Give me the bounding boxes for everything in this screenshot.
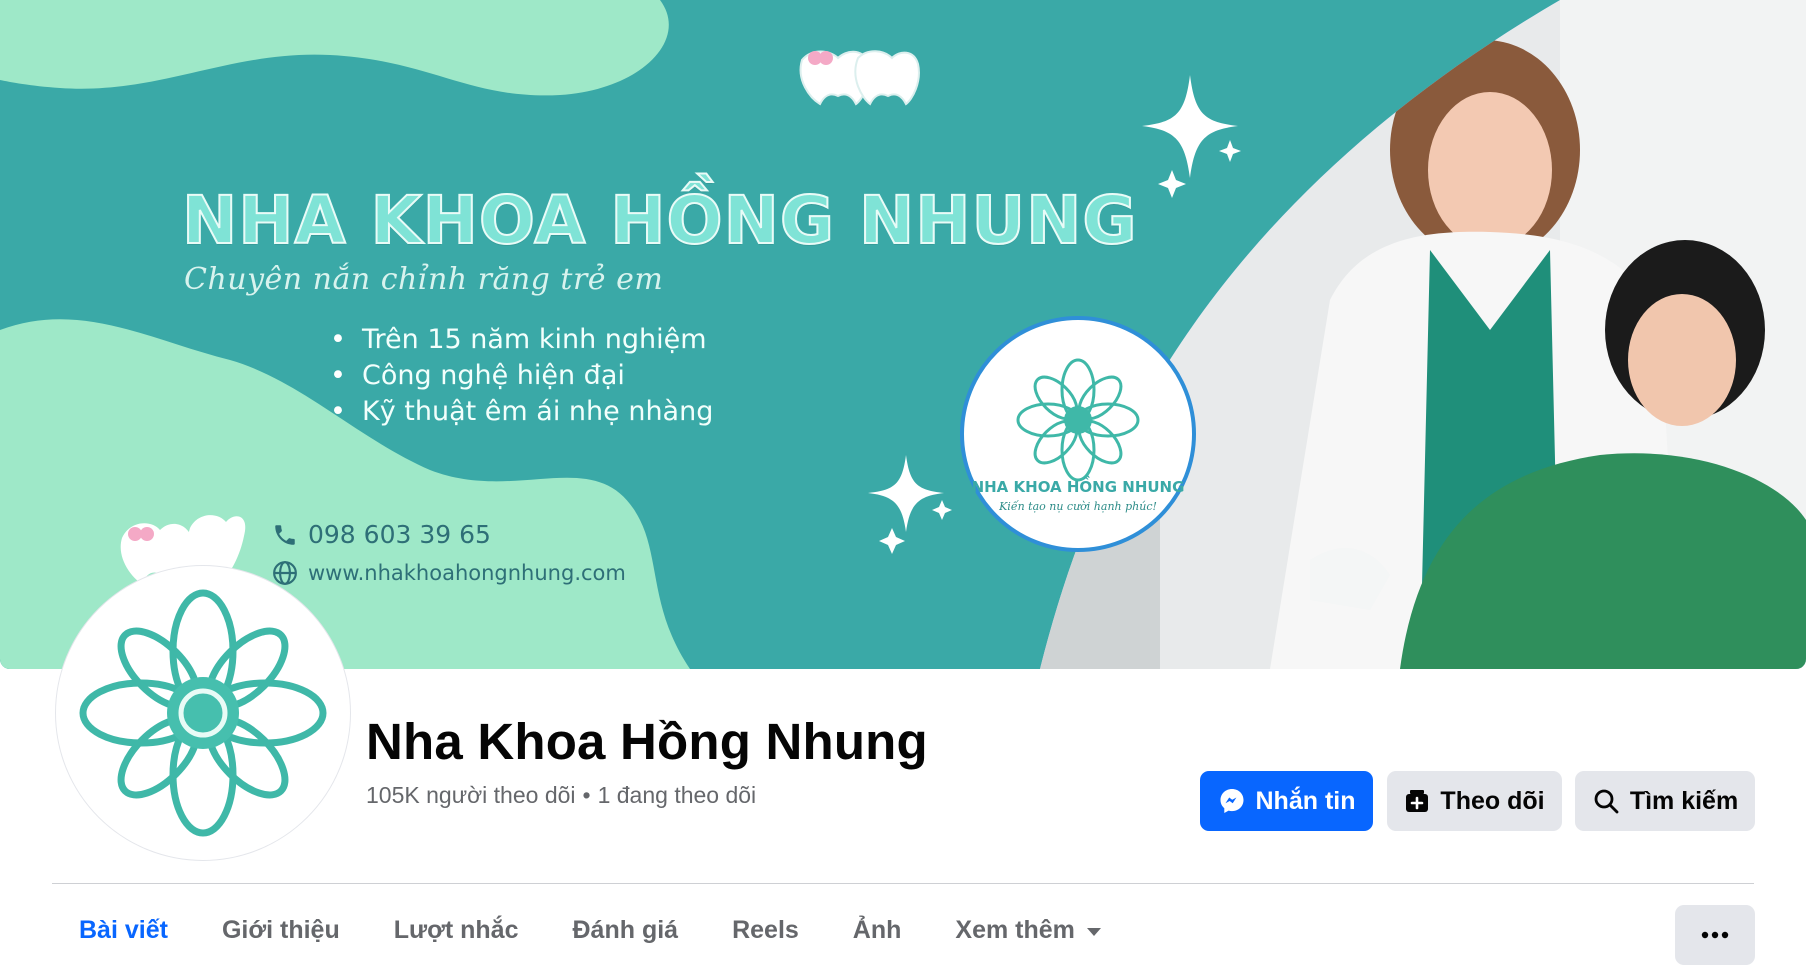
search-button-label: Tìm kiếm [1629,786,1739,815]
tab-label: Bài viết [79,916,168,944]
tab-label: Xem thêm [955,916,1075,944]
search-icon [1594,789,1619,814]
follow-icon [1406,790,1429,812]
search-button[interactable]: Tìm kiếm [1575,771,1755,831]
cover-feature-item: Kỹ thuật êm ái nhẹ nhàng [330,394,713,430]
flower-logo-avatar-icon [79,589,327,837]
cover-logo-name: NHA KHOA HỒNG NHUNG [971,478,1185,496]
profile-tabs: Bài viết Giới thiệu Lượt nhắc Đánh giá R… [52,888,1128,973]
cover-phone: 098 603 39 65 [272,520,491,549]
teeth-mascot-top [799,50,920,106]
flower-logo-icon [1016,358,1140,482]
message-button-label: Nhắn tin [1255,786,1356,815]
cover-feature-item: Công nghệ hiện đại [330,358,713,394]
page-title: Nha Khoa Hồng Nhung [366,713,928,770]
tab-about[interactable]: Giới thiệu [195,888,367,973]
cover-features-list: Trên 15 năm kinh nghiệm Công nghệ hiện đ… [330,322,713,430]
tab-label: Reels [732,916,799,944]
more-options-button[interactable] [1675,905,1755,965]
cover-brand-title: NHA KHOA HỒNG NHUNG [181,181,1138,260]
followers-count[interactable]: 105K người theo dõi [366,782,576,808]
tab-photos[interactable]: Ảnh [826,888,929,973]
tab-posts[interactable]: Bài viết [52,888,195,973]
cover-logo-badge: NHA KHOA HỒNG NHUNG Kiến tạo nụ cười hạn… [960,316,1196,552]
chevron-down-icon [1086,928,1101,936]
cover-phone-text: 098 603 39 65 [308,520,491,549]
more-dots-icon [1701,931,1729,939]
messenger-icon [1220,789,1243,813]
follow-button-label: Theo dõi [1440,786,1545,815]
tab-label: Lượt nhắc [393,916,519,944]
tab-label: Đánh giá [572,916,679,944]
tab-reviews[interactable]: Đánh giá [546,888,706,973]
following-count[interactable]: 1 đang theo dõi [598,782,757,808]
cover-website-text: www.nhakhoahongnhung.com [308,561,626,585]
follow-button[interactable]: Theo dõi [1387,771,1562,831]
tab-reels[interactable]: Reels [705,888,826,973]
tab-label: Giới thiệu [221,916,340,944]
cover-logo-slogan: Kiến tạo nụ cười hạnh phúc! [999,500,1157,513]
message-button[interactable]: Nhắn tin [1200,771,1373,831]
stats-separator: • [582,782,591,808]
follow-stats: 105K người theo dõi • 1 đang theo dõi [366,782,756,809]
cover-tagline: Chuyên nắn chỉnh răng trẻ em [184,262,664,297]
page-avatar[interactable] [56,566,350,860]
cover-photo[interactable]: NHA KHOA HỒNG NHUNG Chuyên nắn chỉnh răn… [0,0,1806,669]
tab-mentions[interactable]: Lượt nhắc [367,888,546,973]
phone-icon [275,524,295,545]
tab-see-more[interactable]: Xem thêm [928,888,1127,973]
cover-feature-item: Trên 15 năm kinh nghiệm [330,322,713,358]
tab-label: Ảnh [852,916,902,944]
